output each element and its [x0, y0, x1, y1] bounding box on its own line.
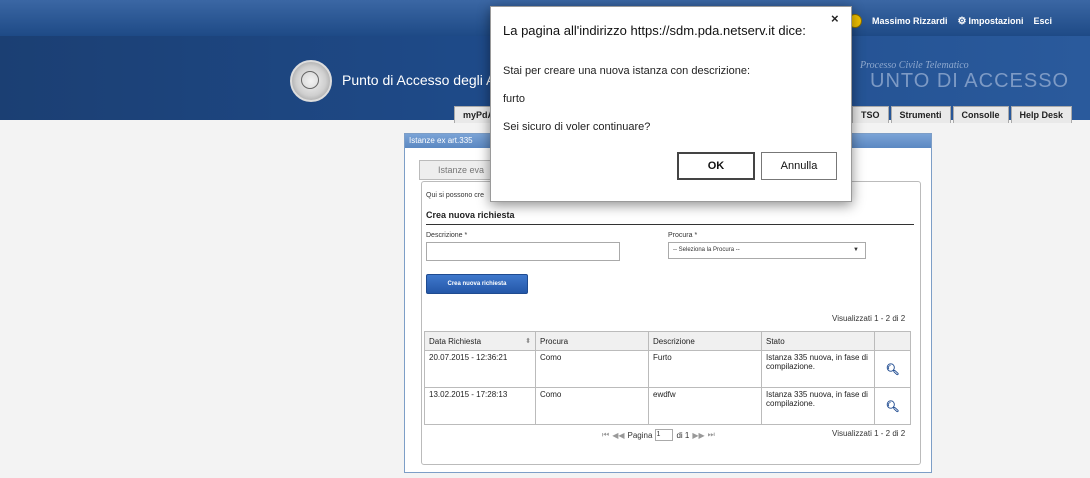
search-icon: 🔍︎ [885, 400, 900, 413]
tab-consolle[interactable]: Consolle [952, 106, 1009, 123]
tab-strumenti[interactable]: Strumenti [890, 106, 951, 123]
tab-tso[interactable]: TSO [852, 106, 889, 123]
description-label: Descrizione * [426, 232, 468, 239]
col-data-richiesta[interactable]: Data Richiesta ⬍ [424, 331, 536, 351]
shown-count-bottom: Visualizzati 1 - 2 di 2 [832, 429, 906, 438]
section-title: Crea nuova richiesta [426, 210, 914, 225]
cell-stato: Istanza 335 nuova, in fase di compilazio… [761, 350, 875, 388]
dialog-message-description: furto [503, 93, 526, 105]
cell-descrizione: Furto [648, 350, 762, 388]
col-descrizione[interactable]: Descrizione [648, 331, 762, 351]
exit-link[interactable]: Esci [1034, 16, 1053, 26]
ok-button[interactable]: OK [677, 152, 755, 180]
cell-date: 20.07.2015 - 12:36:21 [424, 350, 536, 388]
gear-icon: ⚙ [957, 15, 967, 27]
dialog-title: La pagina all'indirizzo https://sdm.pda.… [503, 23, 806, 38]
procura-label: Procura * [668, 232, 698, 239]
dialog-message-question: Sei sicuro di voler continuare? [503, 121, 651, 133]
shown-count-top: Visualizzati 1 - 2 di 2 [832, 314, 906, 323]
sort-icon[interactable]: ⬍ [525, 337, 531, 345]
cell-stato: Istanza 335 nuova, in fase di compilazio… [761, 387, 875, 425]
user-name-link[interactable]: Massimo Rizzardi [872, 16, 948, 26]
requests-table: Data Richiesta ⬍ Procura Descrizione Stat… [424, 331, 911, 425]
nav-tabs-right: TSO Strumenti Consolle Help Desk [852, 106, 1073, 123]
close-icon[interactable]: × [831, 11, 839, 26]
settings-label: Impostazioni [968, 15, 1024, 26]
col-label: Data Richiesta [429, 336, 482, 346]
procura-selected: -- Seleziona la Procura -- [673, 247, 740, 253]
pager: ⏮ ◀◀ Pagina 1 di 1 ▶▶ ⏭ [602, 429, 715, 441]
cell-procura: Como [535, 387, 649, 425]
page-label: Pagina [627, 430, 653, 440]
search-icon: 🔍︎ [885, 363, 900, 376]
cancel-button[interactable]: Annulla [761, 152, 837, 180]
col-actions [874, 331, 911, 351]
table-header-row: Data Richiesta ⬍ Procura Descrizione Stat… [424, 331, 911, 351]
table-row: 20.07.2015 - 12:36:21 Como Furto Istanza… [424, 350, 911, 388]
last-page-button[interactable]: ⏭ [708, 430, 715, 440]
seal-logo [290, 60, 332, 102]
view-button[interactable]: 🔍︎ [874, 350, 911, 388]
next-page-button[interactable]: ▶▶ [692, 431, 704, 440]
view-button[interactable]: 🔍︎ [874, 387, 911, 425]
user-menu: Massimo Rizzardi ⚙ Impostazioni Esci [848, 14, 1052, 28]
cell-procura: Como [535, 350, 649, 388]
table-row: 13.02.2015 - 17:28:13 Como ewdfw Istanza… [424, 387, 911, 425]
dialog-message-line1: Stai per creare una nuova istanza con de… [503, 65, 751, 77]
brand-title: UNTO DI ACCESSO [870, 70, 1070, 92]
cell-date: 13.02.2015 - 17:28:13 [424, 387, 536, 425]
intro-text: Qui si possono cre [426, 192, 484, 199]
page-of-label: di 1 [676, 430, 690, 440]
page-input[interactable]: 1 [655, 429, 674, 441]
col-stato[interactable]: Stato [761, 331, 875, 351]
settings-link[interactable]: ⚙ Impostazioni [958, 16, 1024, 27]
description-input[interactable] [426, 242, 620, 261]
col-procura[interactable]: Procura [535, 331, 649, 351]
create-request-button[interactable]: Crea nuova richiesta [426, 274, 528, 294]
procura-select[interactable]: -- Seleziona la Procura -- ▼ [668, 242, 866, 259]
confirm-dialog: La pagina all'indirizzo https://sdm.pda.… [490, 6, 852, 202]
prev-page-button[interactable]: ◀◀ [612, 431, 624, 440]
tab-help-desk[interactable]: Help Desk [1010, 106, 1073, 123]
create-request-form: Qui si possono cre Crea nuova richiesta … [421, 181, 921, 465]
cell-descrizione: ewdfw [648, 387, 762, 425]
first-page-button[interactable]: ⏮ [602, 430, 609, 440]
chevron-down-icon: ▼ [853, 247, 859, 253]
